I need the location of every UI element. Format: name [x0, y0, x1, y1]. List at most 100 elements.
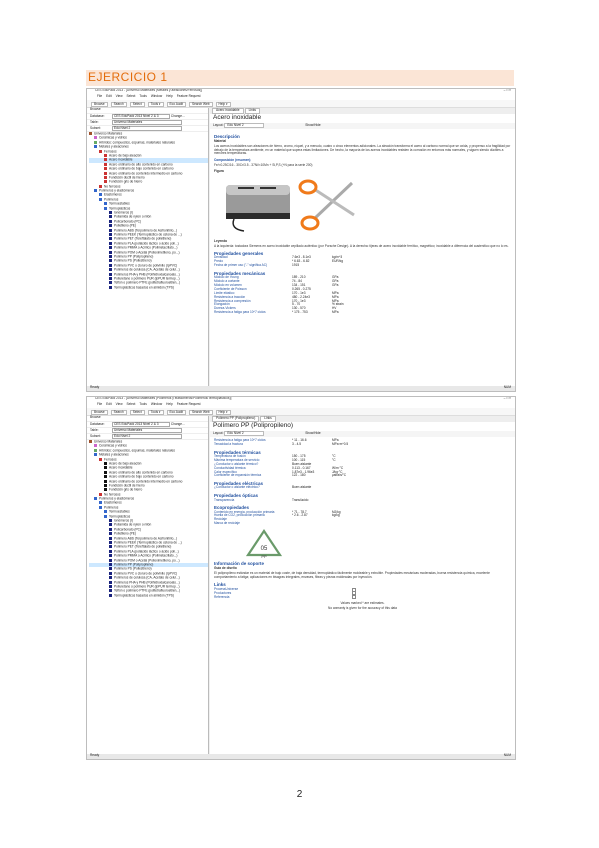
- link-checkbox[interactable]: [352, 595, 356, 600]
- link-row[interactable]: Referencia: [214, 595, 511, 600]
- menu-item[interactable]: Tools: [139, 402, 146, 406]
- property-row: Tenacidad a fractura 3 - 4.5 MPa·m^0.5: [214, 441, 511, 447]
- tree-item-label: Polímero PP (Polipropileno): [114, 562, 154, 567]
- folder-icon: [109, 576, 112, 580]
- record-tab[interactable]: Links: [260, 416, 276, 422]
- database-select[interactable]: CES EduPack 2013 Nivel 2 & 3: [112, 422, 170, 427]
- menu-item[interactable]: Edit: [106, 402, 112, 406]
- tree-item-label: Fundición gris de hierro: [109, 487, 143, 492]
- folder-icon: [109, 259, 112, 263]
- tree-item-label: Polímero PP (Polipropileno): [114, 254, 154, 259]
- folder-icon: [99, 501, 102, 505]
- folder-icon: [109, 571, 112, 575]
- folder-icon: [109, 250, 112, 254]
- menu-item[interactable]: Tools: [139, 94, 146, 98]
- toolbar-button[interactable]: Search Web: [189, 101, 213, 107]
- tree-item-label: Polímeros: [104, 505, 119, 510]
- folder-icon: [109, 527, 112, 531]
- legend-text: A la izquierda: tostadora Siemens en ace…: [214, 243, 509, 248]
- folder-icon: [109, 228, 112, 232]
- toolbar-button[interactable]: Help ▾: [215, 409, 231, 415]
- toolbar-button[interactable]: Search: [110, 409, 127, 415]
- toolbar-button[interactable]: Tools ▾: [147, 409, 164, 415]
- layout-select[interactable]: Edu Nivel 2: [224, 123, 265, 128]
- table-select[interactable]: Universo Materiales: [112, 428, 182, 433]
- folder-icon: [99, 492, 102, 496]
- tree-item-label: Acero ordinario de contenido intermedio …: [109, 478, 183, 483]
- toolbar-button[interactable]: Help ▾: [215, 101, 231, 107]
- toolbar-button[interactable]: Browse: [91, 101, 108, 107]
- subset-select[interactable]: Edu Nivel 2: [112, 126, 182, 131]
- window-controls[interactable]: – □ ×: [504, 397, 511, 401]
- toolbar-button[interactable]: Select: [129, 409, 145, 415]
- toolbar-button[interactable]: Search: [110, 101, 127, 107]
- change-button[interactable]: Change...: [171, 422, 185, 426]
- table-select[interactable]: Universo Materiales: [112, 120, 182, 125]
- menu-item[interactable]: Edit: [106, 94, 112, 98]
- folder-icon: [104, 479, 107, 483]
- menu-item[interactable]: Feature Request: [177, 94, 201, 98]
- tree-item[interactable]: Termoplásticos basados en almidón (TPS): [89, 285, 208, 290]
- toolbar-button[interactable]: Select: [129, 101, 145, 107]
- tree-item[interactable]: Termoplásticos basados en almidón (TPS): [89, 593, 208, 598]
- tree-item-label: Polímero PLA (poliácido láctico o ácido …: [114, 549, 179, 554]
- folder-icon: [104, 202, 107, 206]
- tree-item-label: Acero de bajo aleación: [109, 461, 142, 466]
- folder-icon: [109, 554, 112, 558]
- property-name: Tenacidad a fractura: [214, 441, 243, 446]
- database-label: Database:: [90, 422, 105, 427]
- folder-icon: [104, 510, 107, 514]
- database-select[interactable]: CES EduPack 2013 Nivel 2 & 3: [112, 114, 170, 119]
- record-tab[interactable]: Acero inoxidable: [212, 108, 244, 114]
- exercise-heading: EJERCICIO 1: [88, 70, 168, 84]
- electrical-props-list: ¿Conductor o aislante eléctrico? Buen ais…: [214, 486, 511, 490]
- tree-item-label: Termoplásticos: [109, 513, 131, 518]
- menu-item[interactable]: Help: [166, 94, 173, 98]
- menu-item[interactable]: Feature Request: [177, 402, 201, 406]
- toolbar-button[interactable]: Search Web: [189, 409, 213, 415]
- record-tab[interactable]: Links: [244, 108, 261, 114]
- screenshot-acero-inoxidable: CES EduPack 2013 - [Universo Materiales …: [86, 88, 516, 392]
- folder-icon: [94, 448, 97, 452]
- show-hide-button[interactable]: Show/Hide: [305, 431, 320, 435]
- toolbar-button[interactable]: Eco Audit: [166, 409, 187, 415]
- record-content: Resistencia a fatiga para 10^7 ciclos * 1…: [210, 437, 515, 614]
- menu-item[interactable]: Window: [151, 94, 162, 98]
- menu-item[interactable]: Select: [127, 94, 136, 98]
- folder-icon: [109, 219, 112, 223]
- subset-select[interactable]: Edu Nivel 2: [112, 434, 182, 439]
- folder-icon: [109, 519, 112, 523]
- tree-item-label: Híbridos: compuestos, espumas, materiale…: [99, 140, 176, 145]
- description-heading: Descripción: [214, 134, 240, 139]
- status-num: NUM: [503, 753, 511, 757]
- tree-item-label: Metales y aleaciones: [99, 452, 129, 457]
- menu-item[interactable]: View: [116, 402, 123, 406]
- toolbar-button[interactable]: Eco Audit: [166, 101, 187, 107]
- tree-item-label: Polímeros y elastómeros: [99, 496, 135, 501]
- folder-icon: [104, 206, 107, 210]
- menu-item[interactable]: Window: [151, 402, 162, 406]
- toolbar-button[interactable]: Tools ▾: [147, 101, 164, 107]
- window-controls[interactable]: – □ ×: [504, 89, 511, 93]
- menu-item[interactable]: File: [97, 402, 102, 406]
- tree-item-label: Polímeros de celulosa (CA, Acetato de ce…: [114, 267, 180, 272]
- tree-item-label: Acero ordinario de alto contenido en car…: [109, 162, 173, 167]
- folder-icon: [104, 175, 107, 179]
- layout-select[interactable]: Edu Nivel 2: [224, 431, 265, 436]
- menu-item[interactable]: View: [116, 94, 123, 98]
- subset-label: Subset:: [90, 434, 101, 439]
- folder-icon: [99, 505, 102, 509]
- change-button[interactable]: Change...: [171, 114, 185, 118]
- composition-text: Fe/<0.25C/16 - 30Cr/3.5 - 37Ni/<10Mn + S…: [214, 162, 313, 167]
- record-content: Descripción Material Los aceros inoxidab…: [210, 129, 515, 317]
- show-hide-button[interactable]: Show/Hide: [305, 123, 320, 127]
- record-tab[interactable]: Polímero PP (Polipropileno): [212, 416, 260, 422]
- tree-item-label: Acero ordinario de bajo contenido en car…: [109, 166, 174, 171]
- menu-item[interactable]: Help: [166, 402, 173, 406]
- toolbar-button[interactable]: Browse: [91, 409, 108, 415]
- menu-item[interactable]: File: [97, 94, 102, 98]
- folder-icon: [99, 193, 102, 197]
- tree-item-label: Polímero ABS (Terpolímero de Acrilonitri…: [114, 535, 178, 540]
- tree-item-label: Ferrosos: [104, 456, 117, 461]
- menu-item[interactable]: Select: [127, 402, 136, 406]
